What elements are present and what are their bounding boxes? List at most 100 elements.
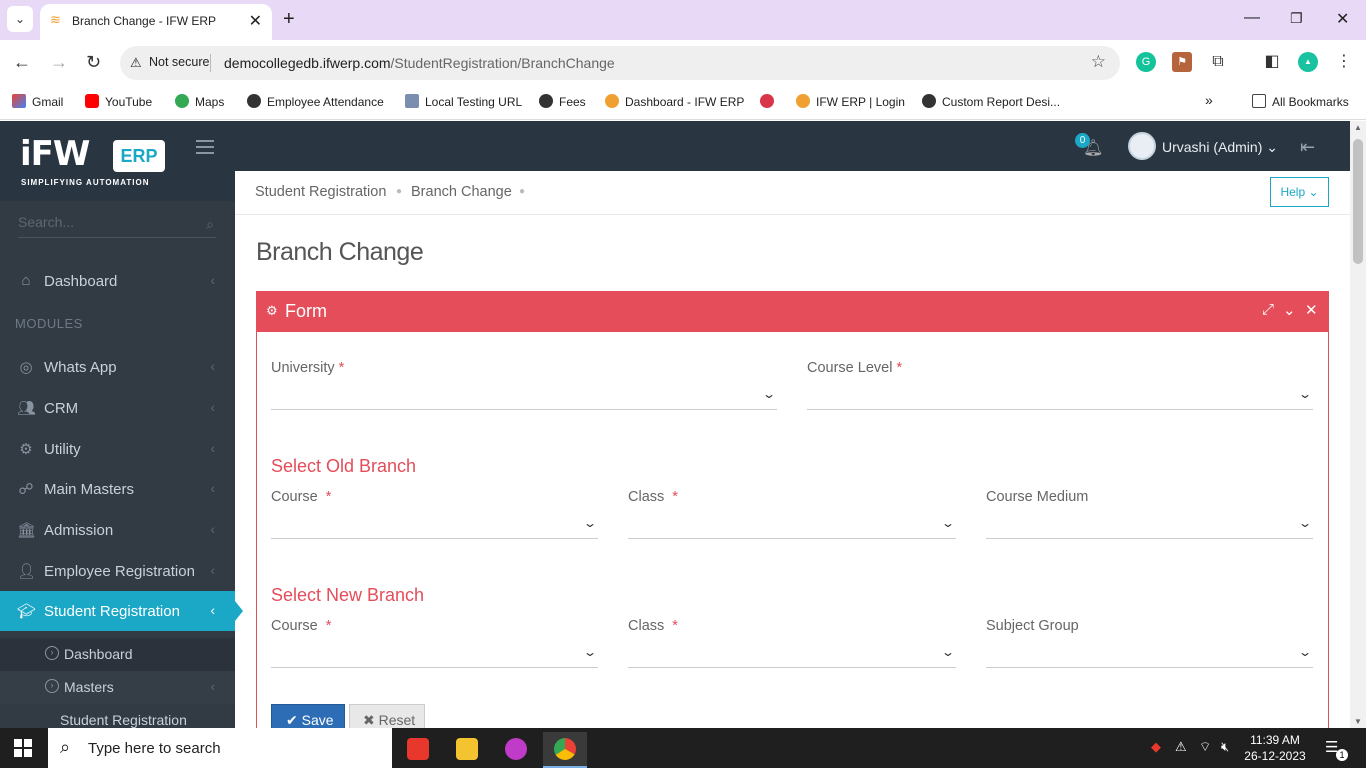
forward-icon[interactable]: →	[50, 52, 68, 73]
new-tab-button[interactable]: +	[283, 8, 295, 31]
scroll-up-icon[interactable]: ▲	[1354, 123, 1362, 132]
sidebar-item-dashboard[interactable]: ⌂ Dashboard ‹	[0, 261, 235, 301]
chevron-left-icon: ‹	[210, 440, 215, 456]
sidebar-item-crm[interactable]: 👥︎ CRM ‹	[0, 388, 235, 428]
all-bookmarks[interactable]: All Bookmarks	[1252, 94, 1349, 109]
bookmark-label: Maps	[195, 95, 225, 109]
bookmark-red[interactable]	[760, 94, 780, 109]
security-label[interactable]: Not secure	[149, 55, 209, 69]
side-panel-icon[interactable]: ◧	[1262, 52, 1282, 72]
reload-icon[interactable]: ↻	[86, 52, 101, 73]
taskbar-app-anydesk[interactable]	[396, 732, 440, 768]
bookmark-youtube[interactable]: YouTube	[85, 94, 152, 109]
more-bookmarks-icon[interactable]: »	[1205, 92, 1213, 108]
course-medium-select[interactable]: ⌄	[986, 511, 1313, 539]
back-icon[interactable]: ←	[13, 52, 31, 73]
bookmark-dashboard-ifw[interactable]: Dashboard - IFW ERP	[605, 94, 744, 109]
breadcrumb: Student Registration ● Branch Change ●	[235, 171, 1350, 215]
tab-close-icon[interactable]: ✕	[249, 11, 262, 31]
taskbar-app-explorer[interactable]	[445, 732, 489, 768]
collapse-chevron-icon[interactable]: ⌄	[1283, 301, 1296, 319]
profile-avatar-icon[interactable]: ▲	[1298, 52, 1318, 72]
sidebar-item-label: Whats App	[44, 359, 117, 376]
expand-icon[interactable]: ⤢	[1262, 301, 1274, 318]
wps-icon	[505, 738, 527, 760]
scrollbar-thumb[interactable]	[1353, 139, 1363, 264]
sidebar-item-label: Admission	[44, 522, 114, 539]
sidebar-subitem-masters[interactable]: › Masters ‹	[0, 671, 235, 704]
bookmark-fees[interactable]: Fees	[539, 94, 586, 109]
extension-icon[interactable]: ⚑	[1172, 52, 1192, 72]
sidebar-item-utility[interactable]: ⚙ Utility ‹	[0, 429, 235, 469]
user-icon: 👤︎	[17, 563, 37, 580]
hamburger-menu-icon[interactable]	[196, 140, 214, 158]
label-text: Class	[628, 489, 665, 505]
window-close-icon[interactable]: ✕	[1336, 9, 1349, 29]
subject-group-select[interactable]: ⌄	[986, 640, 1313, 668]
puzzle-extensions-icon[interactable]: ⧉	[1208, 52, 1228, 72]
taskbar-clock[interactable]: 11:39 AM 26-12-2023	[1240, 732, 1310, 764]
network-warning-icon[interactable]: ⚠	[1175, 739, 1187, 755]
course-level-select[interactable]: ⌄	[807, 382, 1313, 410]
chevron-down-icon: ⌄	[1297, 516, 1313, 530]
bookmark-label: IFW ERP | Login	[816, 95, 905, 109]
sidebar-item-main-masters[interactable]: ☍ Main Masters ‹	[0, 469, 235, 509]
sidebar-item-label: CRM	[44, 400, 79, 417]
wifi-icon[interactable]: ⌔	[1199, 739, 1211, 755]
taskbar-app-chrome[interactable]	[543, 732, 587, 768]
new-class-select[interactable]: ⌄	[628, 640, 956, 668]
grammarly-icon[interactable]: G	[1136, 52, 1156, 72]
minimize-icon[interactable]: —	[1244, 9, 1260, 27]
user-avatar[interactable]	[1128, 132, 1156, 160]
bookmark-employee-attendance[interactable]: Employee Attendance	[247, 94, 384, 109]
close-icon[interactable]: ✕	[1305, 301, 1318, 319]
bookmark-label: Employee Attendance	[267, 95, 384, 109]
old-class-select[interactable]: ⌄	[628, 511, 956, 539]
cogs-icon: ⚙	[19, 441, 33, 458]
required-mark: *	[325, 489, 332, 505]
scroll-down-icon[interactable]: ▼	[1354, 717, 1362, 726]
sidebar-subsubitem-student-registration[interactable]: Student Registration	[60, 712, 187, 728]
tab-title: Branch Change - IFW ERP	[72, 14, 217, 28]
bookmark-maps[interactable]: Maps	[175, 94, 224, 109]
sidebar-item-whatsapp[interactable]: ◎ Whats App ‹	[0, 347, 235, 387]
page-scrollbar[interactable]: ▲ ▼	[1350, 121, 1366, 728]
anydesk-tray-icon[interactable]: ◆	[1151, 739, 1161, 755]
help-button[interactable]: Help ⌄	[1270, 177, 1329, 207]
chrome-icon	[554, 738, 576, 760]
logout-icon[interactable]: ⇤	[1300, 137, 1315, 158]
bookmark-gmail[interactable]: Gmail	[12, 94, 63, 109]
windows-start-icon[interactable]	[14, 739, 32, 757]
bookmark-custom-report[interactable]: Custom Report Desi...	[922, 94, 1060, 109]
chevron-left-icon: ‹	[210, 399, 215, 415]
reset-label: Reset	[378, 712, 416, 728]
taskbar-app-wps[interactable]	[494, 732, 538, 768]
sidebar-subitem-dashboard[interactable]: › Dashboard	[0, 638, 235, 671]
old-course-select[interactable]: ⌄	[271, 511, 598, 539]
address-bar[interactable]: ⚠ Not secure democollegedb.ifwerp.com/St…	[120, 46, 1120, 80]
sidebar-search-input[interactable]	[18, 214, 193, 230]
active-indicator	[235, 601, 243, 621]
breadcrumb-branch-change[interactable]: Branch Change	[411, 184, 512, 200]
tab-search-button[interactable]: ⌄	[7, 6, 33, 32]
university-select[interactable]: ⌄	[271, 382, 777, 410]
chevron-down-icon: ⌄	[1297, 387, 1313, 401]
breadcrumb-student-registration[interactable]: Student Registration	[255, 184, 386, 200]
volume-muted-icon[interactable]: 🔇︎	[1221, 739, 1229, 755]
browser-tab[interactable]: ≋ Branch Change - IFW ERP ✕	[40, 4, 272, 40]
user-menu[interactable]: Urvashi (Admin) ⌄	[1162, 139, 1278, 156]
menu-dots-icon[interactable]: ⋮	[1334, 52, 1354, 72]
bookmark-local-testing[interactable]: Local Testing URL	[405, 94, 522, 109]
new-course-select[interactable]: ⌄	[271, 640, 598, 668]
url-text[interactable]: democollegedb.ifwerp.com/StudentRegistra…	[224, 55, 615, 71]
sidebar-item-employee-registration[interactable]: 👤︎ Employee Registration ‹	[0, 551, 235, 591]
bookmark-star-icon[interactable]: ☆	[1091, 52, 1106, 72]
bookmark-ifw-login[interactable]: IFW ERP | Login	[796, 94, 905, 109]
taskbar-search[interactable]: ⌕ Type here to search	[48, 728, 392, 768]
sidebar-item-admission[interactable]: 🏛︎ Admission ‹	[0, 510, 235, 550]
logo-text[interactable]: iFW	[20, 134, 90, 174]
sidebar-item-student-registration[interactable]: 🎓︎ Student Registration ‹	[0, 591, 243, 631]
old-course-label: Course *	[271, 489, 331, 505]
restore-icon[interactable]: ❐	[1290, 10, 1303, 27]
search-icon[interactable]: ⌕	[206, 216, 214, 233]
